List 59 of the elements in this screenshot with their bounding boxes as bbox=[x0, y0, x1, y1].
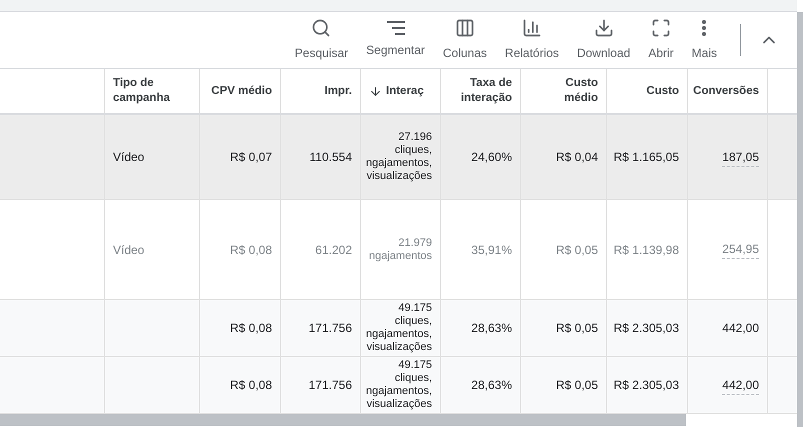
table-cell-text: R$ 0,05 bbox=[556, 320, 598, 337]
column-header[interactable]: Interaç bbox=[361, 69, 441, 113]
table-cell: 27.196 cliques, ngajamentos, visualizações bbox=[366, 131, 432, 183]
table-cell-text: R$ 2.305,03 bbox=[614, 377, 679, 394]
table-cell-text: R$ 0,08 bbox=[230, 320, 272, 337]
column-header[interactable]: Impr. bbox=[281, 69, 361, 113]
table-cell: 21.979 ngajamentos bbox=[369, 236, 432, 262]
table-cell-text: R$ 0,07 bbox=[230, 149, 272, 166]
table-cell-text: R$ 0,04 bbox=[556, 149, 598, 166]
table-row[interactable]: R$ 0,08 171.756 49.175 cliques, ngajamentos, visualizações 28,63% R$ 0,05 R$ 2.305,03 442,00 bbox=[0, 357, 797, 414]
toolbar-button[interactable]: Abrir bbox=[639, 18, 683, 62]
toolbar-button[interactable]: Colunas bbox=[434, 18, 496, 62]
table-row[interactable]: Vídeo R$ 0,07 110.554 27.196 cliques, ngajamentos, visualizações 24,60% R$ 0,04 R$ 1.165,05 187,05 bbox=[0, 115, 797, 200]
table-cell-text: 61.202 bbox=[315, 242, 352, 258]
table-cell-text: 35,91% bbox=[471, 242, 512, 258]
toolbar-button[interactable]: Pesquisar bbox=[286, 18, 358, 62]
toolbar-button[interactable]: Relatórios bbox=[496, 18, 568, 62]
table-cell-text: 171.756 bbox=[308, 320, 352, 337]
table-cell: 442,00 bbox=[722, 376, 759, 394]
table-cell-text: 28,63% bbox=[471, 377, 512, 394]
table-cell-text: R$ 0,08 bbox=[230, 242, 272, 258]
toolbar-button[interactable]: Download bbox=[568, 18, 640, 62]
table-cell: 49.175 cliques, ngajamentos, visualizações bbox=[366, 302, 432, 354]
sort-arrow-icon bbox=[369, 84, 382, 98]
column-header[interactable]: CPV médio bbox=[200, 69, 281, 113]
table-row[interactable]: R$ 0,08 171.756 49.175 cliques, ngajamentos, visualizações 28,63% R$ 0,05 R$ 2.305,03 442,00 bbox=[0, 300, 797, 357]
table-cell-text: 24,60% bbox=[471, 149, 512, 166]
filter-lines-icon bbox=[386, 21, 406, 35]
table-cell-text: 28,63% bbox=[471, 320, 512, 337]
table-cell: 49.175 cliques, ngajamentos, visualizações bbox=[366, 359, 432, 411]
table-row[interactable]: Vídeo R$ 0,08 61.202 21.979 ngajamentos 35,91% R$ 0,05 R$ 1.139,98 254,95 bbox=[0, 200, 797, 300]
download-icon bbox=[594, 18, 614, 38]
column-header[interactable]: Custo bbox=[607, 69, 688, 113]
scrollbar[interactable] bbox=[0, 414, 686, 426]
columns-icon bbox=[454, 18, 475, 38]
column-header[interactable]: Tipo de campanha bbox=[105, 69, 200, 113]
column-header[interactable]: Custo médio bbox=[521, 69, 607, 113]
table-cell-text: R$ 0,08 bbox=[230, 377, 272, 394]
table-cell-text: R$ 0,05 bbox=[556, 242, 598, 258]
vertical-scrollbar[interactable] bbox=[797, 12, 803, 427]
table-cell-text: 442,00 bbox=[722, 320, 759, 337]
table-cell-text: R$ 2.305,03 bbox=[614, 320, 679, 337]
column-header[interactable]: Taxa de interação bbox=[441, 69, 521, 113]
fullscreen-icon bbox=[650, 18, 671, 38]
toolbar-button[interactable]: Segmentar bbox=[357, 21, 434, 59]
search-icon bbox=[311, 18, 332, 38]
table-cell: 254,95 bbox=[722, 240, 759, 259]
bar-chart-icon bbox=[522, 18, 542, 38]
table-cell-text: Vídeo bbox=[113, 242, 144, 258]
table-cell-text: R$ 0,05 bbox=[556, 377, 598, 394]
table-cell-text: 110.554 bbox=[310, 149, 352, 166]
more-icon bbox=[702, 20, 706, 36]
table-cell-text: Vídeo bbox=[113, 149, 144, 166]
table-cell: 187,05 bbox=[722, 148, 759, 166]
table-cell-text: 171.756 bbox=[308, 377, 352, 394]
column-header[interactable]: Conversões bbox=[688, 69, 768, 113]
table-cell-text: R$ 1.139,98 bbox=[614, 242, 679, 258]
toolbar-button[interactable]: Mais bbox=[682, 18, 726, 62]
table-cell-text: R$ 1.165,05 bbox=[614, 149, 679, 166]
